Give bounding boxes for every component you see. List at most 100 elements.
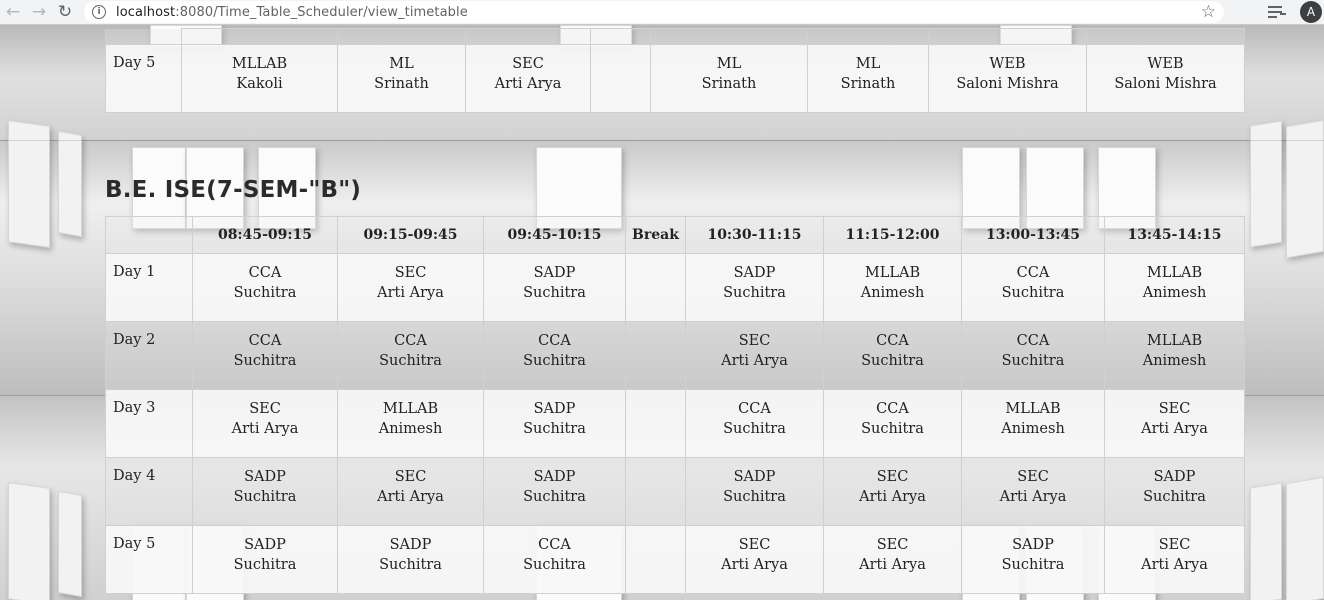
teacher: Arti Arya (1141, 557, 1208, 573)
subject: SEC (1158, 401, 1191, 417)
teacher: Suchitra (861, 421, 924, 437)
break-cell (625, 389, 686, 458)
subject: CCA (248, 333, 282, 349)
teacher: Suchitra (233, 489, 297, 505)
subject: SEC (394, 265, 427, 281)
period-cell: ML Srinath (807, 43, 929, 113)
period-cell: CCA Suchitra (483, 525, 626, 594)
subject: SEC (876, 469, 909, 485)
subject: CCA (538, 537, 571, 553)
teacher: Suchitra (723, 285, 786, 301)
url-text[interactable]: localhost:8080/Time_Table_Scheduler/view… (116, 5, 468, 20)
teacher: Animesh (1001, 421, 1065, 437)
day-label: Day 3 (105, 389, 193, 458)
playlist-icon[interactable] (1268, 4, 1286, 20)
period-cell: SEC Arti Arya (823, 525, 962, 594)
info-icon[interactable]: i (92, 5, 106, 19)
column-header: 11:15-12:00 (823, 216, 962, 254)
timetable-body: Day 1 CCA Suchitra SEC Arti Arya SADP Suchitra… (105, 253, 1245, 594)
forward-arrow-icon[interactable]: → (26, 0, 52, 24)
section-divider (0, 140, 1324, 141)
subject: WEB (1147, 55, 1184, 72)
day-label: Day 1 (105, 253, 193, 322)
teacher: Suchitra (233, 285, 297, 301)
teacher: Suchitra (1001, 557, 1065, 573)
table-row: Day 3 SEC Arti Arya MLLAB Animesh SADP Suchitr… (105, 389, 1245, 458)
subject: WEB (989, 55, 1026, 72)
period-cell: SADP Suchitra (192, 525, 338, 594)
period-cell: SADP Suchitra (192, 457, 338, 526)
period-cell: SEC Arti Arya (1104, 525, 1245, 594)
column-header: 13:45-14:15 (1104, 216, 1245, 254)
period-cell: CCA Suchitra (685, 389, 824, 458)
avatar[interactable]: A (1300, 1, 1322, 23)
column-header: 09:45-10:15 (483, 216, 626, 254)
teacher: Suchitra (523, 353, 586, 369)
subject: SEC (1017, 469, 1049, 485)
teacher: Suchitra (523, 421, 586, 437)
star-icon[interactable]: ☆ (1201, 2, 1216, 22)
teacher: Arti Arya (721, 557, 788, 573)
subject: ML (716, 55, 742, 72)
teacher: Arti Arya (494, 75, 562, 92)
subject: CCA (538, 333, 571, 349)
period-cell: SEC Arti Arya (1104, 389, 1245, 458)
teacher: Arti Arya (999, 489, 1067, 505)
reload-icon[interactable]: ↻ (52, 0, 78, 24)
teacher: Suchitra (861, 353, 924, 369)
teacher: Suchitra (233, 353, 297, 369)
teacher: Saloni Mishra (956, 75, 1059, 92)
period-cell: CCA Suchitra (192, 321, 338, 390)
subject: SADP (533, 469, 576, 485)
address-bar[interactable]: i localhost:8080/Time_Table_Scheduler/vi… (84, 1, 1224, 23)
teacher: Suchitra (523, 285, 586, 301)
teacher: Animesh (1142, 285, 1207, 301)
teacher: Suchitra (723, 489, 786, 505)
period-cell: SEC Arti Arya (337, 457, 484, 526)
day-label: Day 2 (105, 321, 193, 390)
teacher: Arti Arya (377, 285, 444, 301)
teacher: Saloni Mishra (1114, 75, 1217, 92)
teacher: Suchitra (379, 557, 442, 573)
column-header: 08:45-09:15 (192, 216, 338, 254)
period-cell: SEC Arti Arya (685, 321, 824, 390)
subject: SEC (876, 537, 909, 553)
teacher: Suchitra (233, 557, 297, 573)
break-cell (625, 525, 686, 594)
period-cell: CCA Suchitra (192, 253, 338, 322)
back-arrow-icon[interactable]: ← (0, 0, 26, 24)
period-cell: MLLAB Animesh (961, 389, 1105, 458)
table-header-row: 08:45-09:15 09:15-09:45 09:45-10:15 Brea… (105, 216, 1245, 254)
teacher: Animesh (1142, 353, 1207, 369)
subject: SADP (733, 265, 776, 281)
subject: CCA (394, 333, 427, 349)
subject: SEC (738, 537, 771, 553)
period-cell: CCA Suchitra (483, 321, 626, 390)
url-host: localhost (116, 4, 176, 20)
column-header: Break (625, 216, 686, 254)
column-header: 13:00-13:45 (961, 216, 1105, 254)
subject: MLLAB (1146, 265, 1203, 281)
day-label: Day 5 (105, 43, 182, 113)
section-title: B.E. ISE(7-SEM-"B") (105, 177, 362, 203)
timetable-previous-section: Day 5 MLLAB Kakoli ML Srinath SEC Arti Arya… (105, 28, 1245, 113)
break-cell (590, 43, 651, 113)
period-cell: ML Srinath (650, 43, 808, 113)
teacher: Suchitra (723, 421, 786, 437)
period-cell: SEC Arti Arya (961, 457, 1105, 526)
subject: SADP (244, 537, 286, 553)
period-cell: CCA Suchitra (823, 389, 962, 458)
period-cell: SADP Suchitra (685, 253, 824, 322)
teacher: Suchitra (379, 353, 442, 369)
table-row: Day 4 SADP Suchitra SEC Arti Arya SADP Suchitr… (105, 457, 1245, 526)
subject: MLLAB (231, 55, 288, 72)
period-cell: MLLAB Animesh (1104, 321, 1245, 390)
subject: SEC (394, 469, 427, 485)
subject: SEC (738, 333, 771, 349)
teacher: Srinath (701, 75, 757, 92)
teacher: Animesh (378, 421, 443, 437)
teacher: Arti Arya (231, 421, 299, 437)
subject: SADP (533, 401, 576, 417)
subject: MLLAB (1146, 333, 1203, 349)
period-cell: MLLAB Kakoli (181, 43, 338, 113)
